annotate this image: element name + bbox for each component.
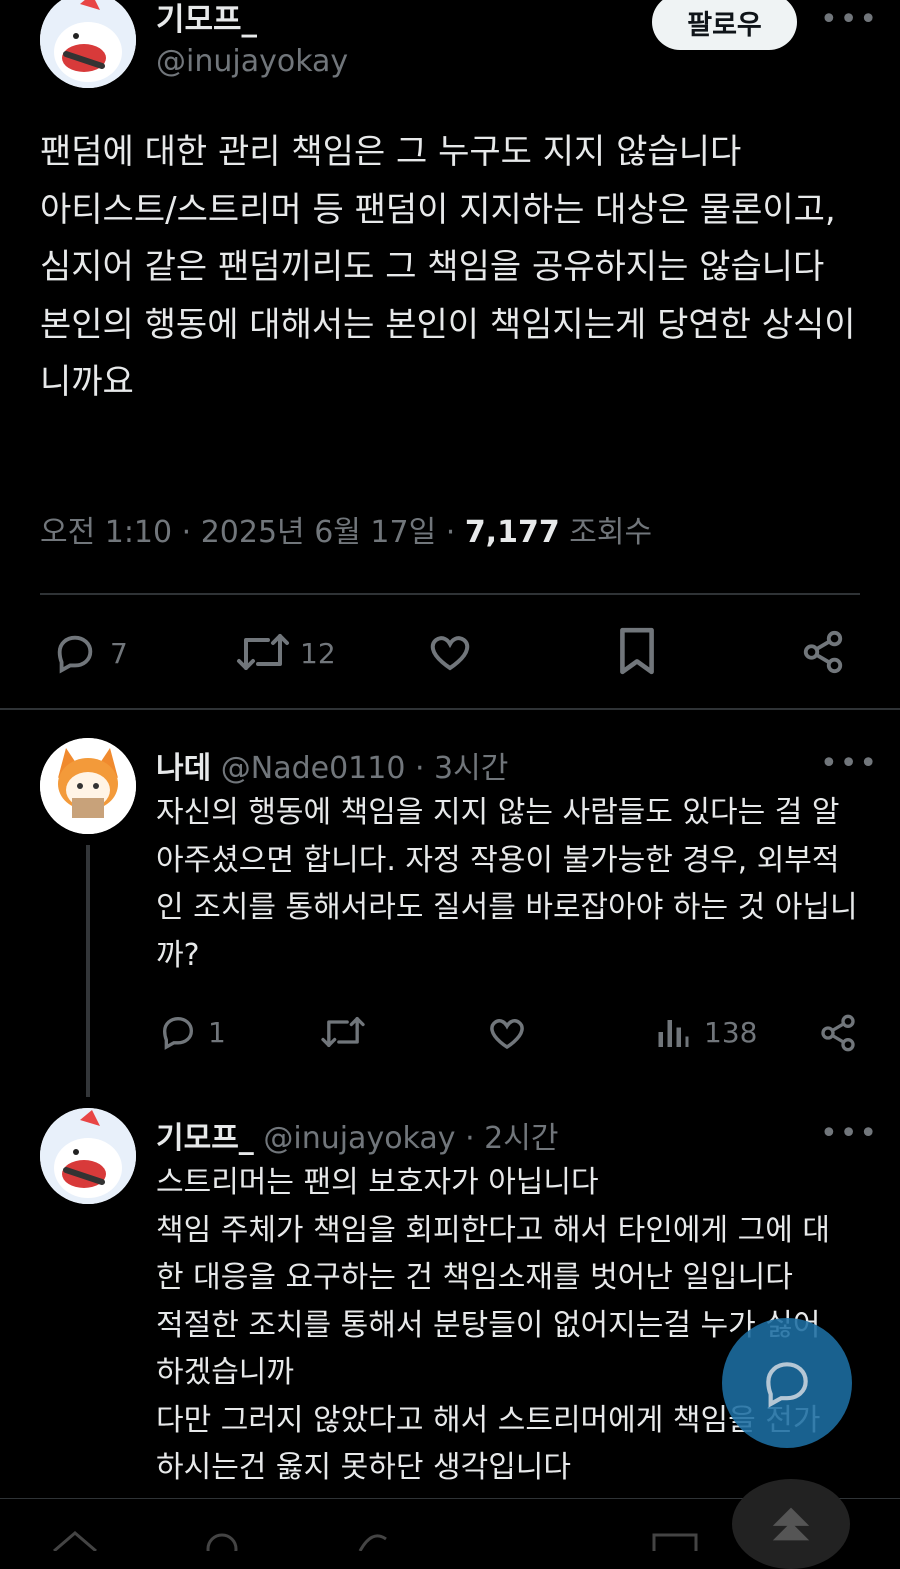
retweet-count: 12 (300, 637, 336, 670)
reply-header: 나데 @Nade0110 · 3시간 (156, 743, 508, 787)
reply-body: 스트리머는 팬의 보호자가 아닙니다 책임 주체가 책임을 회피한다고 해서 타… (156, 1165, 830, 1485)
reply-header: 기모프_ @inujayokay · 2시간 (156, 1113, 558, 1157)
share-icon[interactable] (818, 1012, 858, 1054)
post-body: 팬덤에 대한 관리 책임은 그 누구도 지지 않습니다 아티스트/스트리머 등 … (40, 132, 856, 402)
reply-icon[interactable] (158, 1012, 198, 1052)
reply-icon[interactable] (52, 630, 98, 676)
retweet-icon[interactable] (236, 628, 290, 676)
reply-time[interactable]: · 3시간 (415, 751, 508, 786)
post-timestamp[interactable]: 오전 1:10 · 2025년 6월 17일 · (40, 515, 465, 550)
like-icon[interactable] (486, 1012, 528, 1054)
more-options-icon[interactable]: ••• (820, 2, 879, 37)
author-display-name[interactable]: 기모프_ (156, 0, 257, 39)
grok-icon[interactable] (350, 1529, 394, 1551)
more-options-icon[interactable]: ••• (820, 746, 879, 781)
scroll-to-top-button[interactable] (732, 1479, 850, 1569)
search-icon[interactable] (200, 1529, 244, 1551)
more-options-icon[interactable]: ••• (820, 1116, 879, 1151)
reply-handle[interactable]: @Nade0110 (221, 751, 406, 786)
reply-avatar[interactable] (40, 738, 136, 834)
home-icon[interactable] (50, 1529, 100, 1551)
reply-display-name[interactable]: 나데 (156, 751, 211, 786)
bookmark-icon[interactable] (616, 626, 658, 676)
reply-display-name[interactable]: 기모프_ (156, 1121, 254, 1156)
bottom-nav-bar (0, 1479, 900, 1569)
meta-divider (40, 593, 860, 595)
like-icon[interactable] (426, 628, 474, 676)
share-icon[interactable] (800, 628, 846, 676)
compose-icon (766, 1362, 808, 1408)
author-handle[interactable]: @inujayokay (156, 44, 348, 79)
reply-time[interactable]: · 2시간 (465, 1121, 558, 1156)
compose-reply-fab[interactable] (722, 1318, 852, 1448)
arrow-up-icon (772, 1507, 810, 1541)
section-divider (0, 708, 900, 710)
thread-line (86, 845, 90, 1097)
messages-icon[interactable] (650, 1529, 700, 1551)
views-icon[interactable] (654, 1014, 690, 1050)
reply-count: 7 (110, 637, 128, 670)
reply-avatar[interactable] (40, 1108, 136, 1204)
reply-handle[interactable]: @inujayokay (263, 1121, 455, 1156)
reply-body: 자신의 행동에 책임을 지지 않는 사람들도 있다는 걸 알아주셨으면 합니다.… (156, 795, 858, 973)
post-meta: 오전 1:10 · 2025년 6월 17일 · 7,177 조회수 (40, 507, 652, 551)
reply-count: 1 (208, 1016, 226, 1049)
views-label: 조회수 (559, 515, 653, 550)
follow-button[interactable]: 팔로우 (652, 0, 797, 50)
views-count: 138 (704, 1016, 758, 1049)
author-avatar[interactable] (40, 0, 136, 88)
retweet-icon[interactable] (320, 1012, 366, 1052)
views-count: 7,177 (464, 515, 560, 550)
follow-button-label: 팔로우 (687, 9, 762, 41)
